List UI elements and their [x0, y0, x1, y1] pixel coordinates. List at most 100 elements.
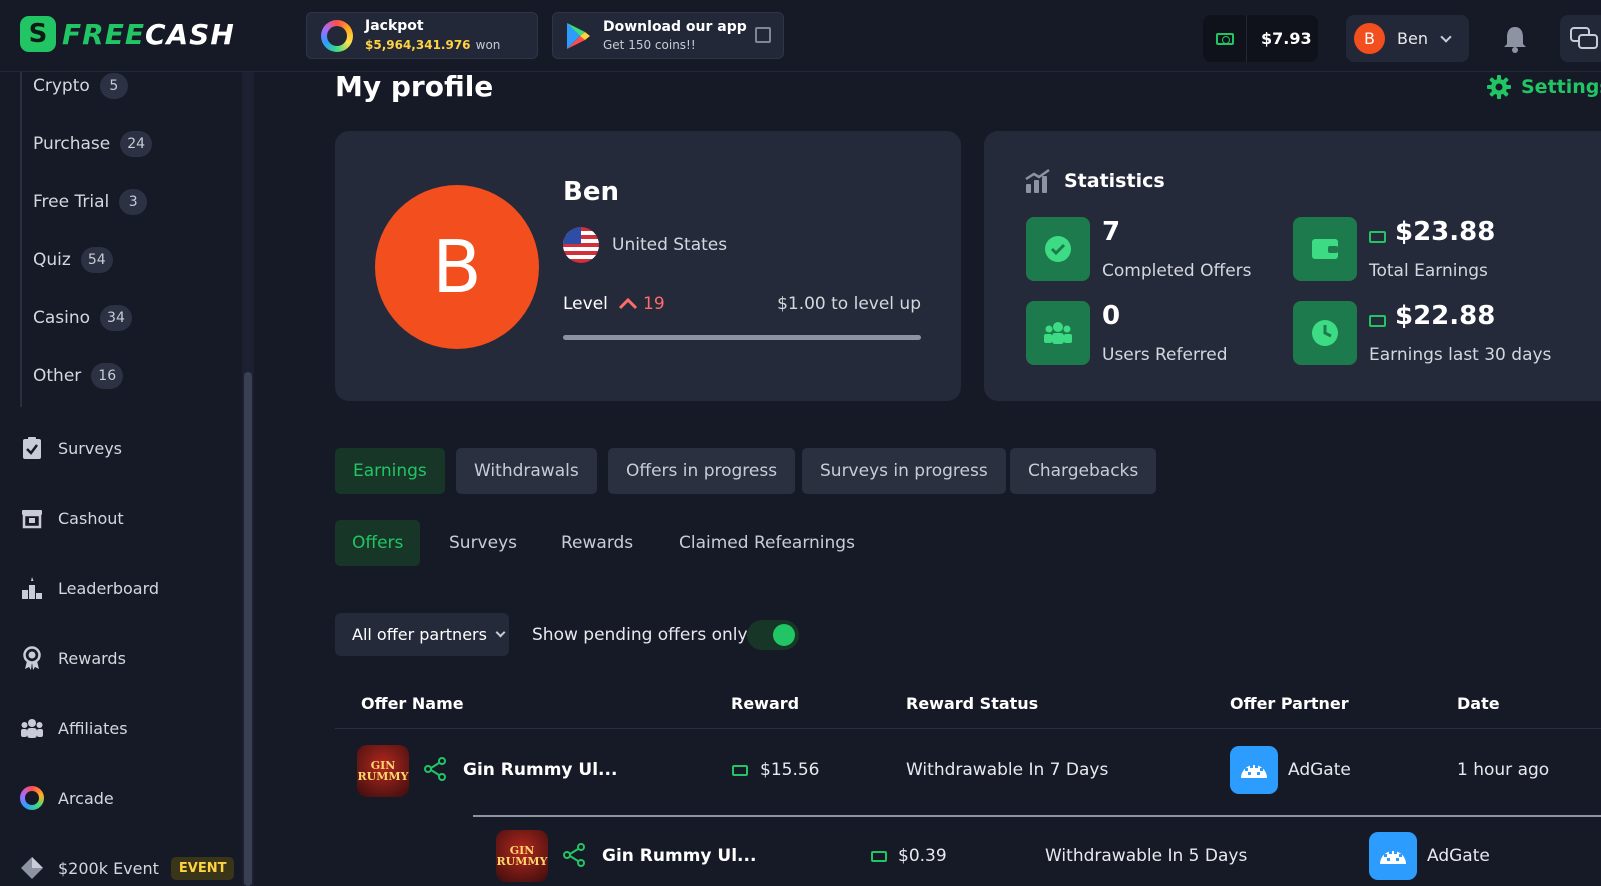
cash-icon: [1215, 32, 1234, 45]
level-chevron-icon: [618, 297, 638, 310]
count-badge: 24: [120, 131, 153, 157]
total-earnings-label: Total Earnings: [1369, 261, 1488, 281]
profile-card: B Ben United States Level 19 $1.00 to le…: [335, 131, 961, 401]
sidebar-item-cashout[interactable]: Cashout: [20, 506, 124, 530]
total-earnings-value: $23.88: [1395, 217, 1496, 247]
subtab-offers[interactable]: Offers: [335, 520, 421, 566]
jackpot-banner[interactable]: Jackpot $5,964,341.976 won: [306, 12, 538, 59]
offer-thumbnail: GIN RUMMY: [357, 745, 409, 797]
offer-reward: $0.39: [898, 846, 947, 866]
user-name: Ben: [1397, 29, 1428, 48]
clipboard-check-icon: [23, 437, 41, 459]
sidebar-item-affiliates[interactable]: Affiliates: [20, 716, 128, 740]
users-referred-value: 0: [1102, 301, 1121, 331]
balance-value: $7.93: [1261, 29, 1312, 48]
offer-reward-status: Withdrawable In 7 Days: [906, 760, 1109, 780]
sidebar-category-other[interactable]: Other 16: [33, 363, 124, 389]
sidebar-item-surveys[interactable]: Surveys: [20, 436, 122, 460]
share-icon[interactable]: [562, 843, 586, 867]
statistics-card: Statistics 7 Completed Offers $23.88 Tot…: [984, 131, 1601, 401]
share-icon[interactable]: [423, 757, 447, 781]
subtab-claimed-refearnings[interactable]: Claimed Refearnings: [679, 520, 855, 566]
count-badge: 54: [80, 247, 113, 273]
completed-offers-value: 7: [1102, 217, 1121, 247]
logo-wordmark: FREECASH: [62, 17, 235, 51]
sidebar-category-crypto[interactable]: Crypto 5: [33, 73, 128, 99]
sidebar-category-free-trial[interactable]: Free Trial 3: [33, 189, 148, 215]
adgate-logo-icon: [1230, 746, 1278, 794]
balance-display[interactable]: $7.93: [1203, 15, 1318, 62]
offer-reward-status: Withdrawable In 5 Days: [1045, 846, 1248, 866]
total-earnings-icon-box: [1293, 217, 1357, 281]
offer-partners-dropdown[interactable]: All offer partners: [335, 613, 509, 656]
profile-avatar: B: [375, 185, 539, 349]
clock-icon: [1312, 320, 1338, 346]
tab-withdrawals[interactable]: Withdrawals: [456, 448, 597, 494]
offer-thumbnail: GIN RUMMY: [496, 830, 548, 882]
table-header-divider: [335, 728, 1601, 729]
tab-chargebacks[interactable]: Chargebacks: [1010, 448, 1157, 494]
subtab-rewards[interactable]: Rewards: [561, 520, 633, 566]
statistics-title: Statistics: [1024, 169, 1165, 193]
download-app-banner[interactable]: Download our app Get 150 coins!!: [552, 12, 784, 59]
offer-reward: $15.56: [760, 760, 820, 780]
count-badge: 5: [99, 73, 128, 99]
sidebar-item-leaderboard[interactable]: Leaderboard: [20, 576, 159, 600]
column-header-date: Date: [1457, 694, 1500, 713]
cash-icon: [1369, 315, 1386, 327]
tab-offers-in-progress[interactable]: Offers in progress: [608, 448, 796, 494]
completed-offers-label: Completed Offers: [1102, 261, 1252, 281]
medal-icon: [23, 646, 41, 670]
users-icon: [21, 719, 43, 738]
users-referred-icon-box: [1026, 301, 1090, 365]
subtab-surveys[interactable]: Surveys: [449, 520, 517, 566]
offer-name: Gin Rummy Ul...: [463, 760, 618, 780]
sidebar-category-quiz[interactable]: Quiz 54: [33, 247, 113, 273]
earnings-30d-icon-box: [1293, 301, 1357, 365]
settings-button[interactable]: Settings: [1487, 75, 1601, 99]
google-play-icon: [567, 22, 590, 49]
us-flag-icon: [563, 227, 599, 263]
logo-mark-icon: S: [20, 16, 56, 52]
sidebar-category-casino[interactable]: Casino 34: [33, 305, 132, 331]
badge-check-icon: [1045, 236, 1071, 262]
jackpot-won-label: won: [475, 38, 501, 52]
profile-name: Ben: [563, 177, 619, 207]
earnings-30d-value: $22.88: [1395, 301, 1496, 331]
tab-surveys-in-progress[interactable]: Surveys in progress: [802, 448, 1006, 494]
chevron-down-icon: [495, 627, 506, 638]
offer-date: 1 hour ago: [1457, 760, 1550, 780]
freecash-logo[interactable]: S FREECASH: [20, 16, 235, 52]
download-app-subtitle: Get 150 coins!!: [603, 37, 696, 52]
pending-offers-toggle[interactable]: [747, 620, 799, 650]
chat-button[interactable]: [1560, 15, 1601, 62]
event-badge: EVENT: [170, 856, 235, 880]
notification-bell-icon[interactable]: [1502, 25, 1528, 53]
level-progress-bar: [563, 335, 921, 340]
top-bar: S FREECASH Jackpot $5,964,341.976 won Do…: [0, 0, 1601, 72]
sidebar-item-rewards[interactable]: Rewards: [20, 646, 126, 670]
jackpot-ring-icon: [321, 19, 353, 52]
page-title: My profile: [335, 70, 494, 103]
user-avatar: B: [1354, 23, 1385, 54]
tab-earnings[interactable]: Earnings: [335, 448, 445, 494]
cash-icon: [1369, 231, 1386, 243]
sidebar-scrollbar-thumb[interactable]: [244, 372, 252, 886]
chevron-down-icon: [1440, 30, 1452, 43]
download-app-title: Download our app: [603, 18, 747, 35]
offer-partner-name: AdGate: [1427, 846, 1490, 866]
external-link-icon: [755, 27, 771, 43]
diamond-icon: [21, 857, 43, 879]
column-header-offer-name: Offer Name: [361, 694, 464, 713]
drag-drop-indicator: [473, 815, 1601, 817]
sidebar-item-200k-event[interactable]: $200k Event EVENT: [20, 856, 235, 880]
user-menu-button[interactable]: B Ben: [1346, 15, 1469, 62]
sidebar-category-purchase[interactable]: Purchase 24: [33, 131, 153, 157]
arcade-ring-icon: [20, 786, 44, 810]
count-badge: 3: [119, 189, 148, 215]
cashout-icon: [22, 510, 42, 529]
chart-growth-icon: [1025, 169, 1050, 193]
sidebar-item-arcade[interactable]: Arcade: [20, 786, 114, 810]
gear-icon: [1487, 75, 1511, 99]
profile-country: United States: [612, 235, 728, 255]
